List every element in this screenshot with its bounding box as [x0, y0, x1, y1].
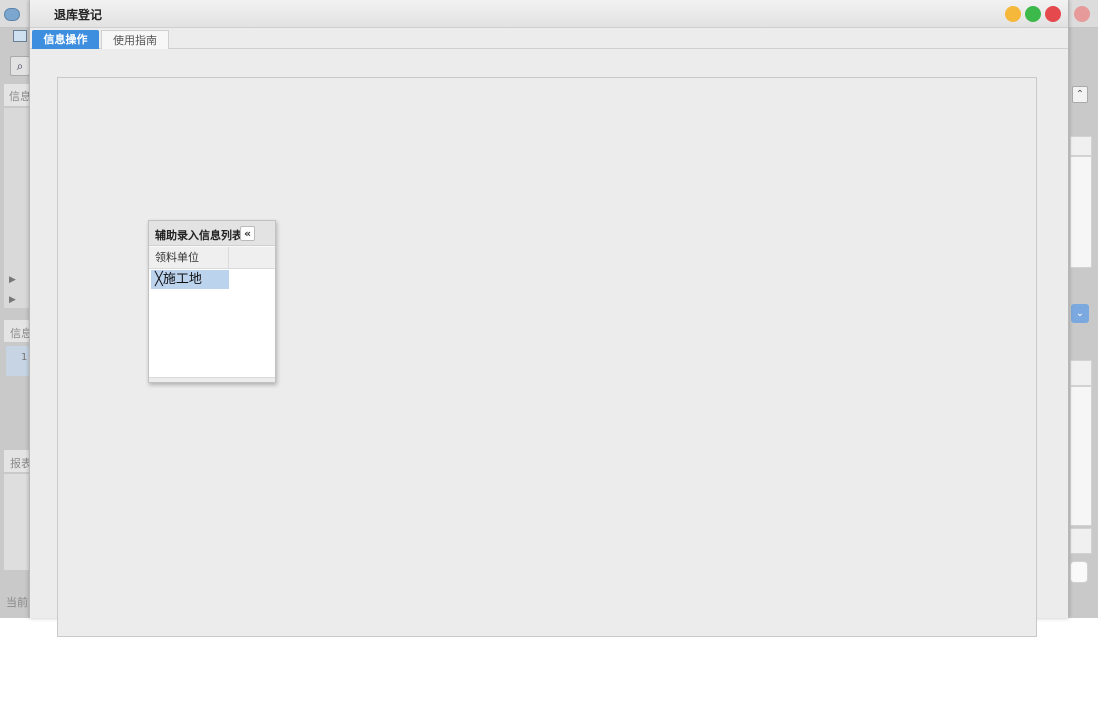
dialog-titlebar[interactable]: 退库登记 [30, 0, 1068, 28]
assist-panel-footer [149, 377, 275, 382]
tree-expand-icon[interactable]: ▶ [9, 275, 16, 285]
background-field [1070, 156, 1092, 268]
assist-panel-title: 辅助录入信息列表 [155, 229, 243, 242]
maximize-button[interactable] [1025, 6, 1041, 22]
chevron-down-icon[interactable]: ⌄ [1071, 304, 1089, 323]
assist-panel-header: 辅助录入信息列表 « [149, 221, 275, 246]
background-field [1070, 136, 1092, 156]
background-field [1070, 528, 1092, 554]
app-logo-icon [4, 8, 20, 21]
column-header-department[interactable]: 领料单位 [149, 247, 229, 269]
minimize-button[interactable] [1005, 6, 1021, 22]
background-field [1070, 386, 1092, 526]
close-button[interactable] [1045, 6, 1061, 22]
background-button[interactable] [1070, 561, 1088, 583]
background-report-panel [4, 474, 30, 570]
assist-list: ╳施工地 [149, 269, 275, 377]
background-panel-label: 信息 [9, 90, 31, 103]
tree-expand-icon[interactable]: ▶ [9, 295, 16, 305]
background-close-button[interactable] [1074, 6, 1090, 22]
background-status-text: 当前 [6, 596, 28, 609]
assist-column-header-row: 领料单位 [149, 247, 275, 269]
window-icon[interactable] [13, 30, 27, 42]
search-icon[interactable]: ⌕ [10, 56, 30, 76]
collapse-left-icon[interactable]: « [240, 226, 255, 241]
list-item[interactable]: ╳施工地 [151, 270, 229, 289]
chevron-up-icon[interactable]: ⌃ [1072, 86, 1088, 103]
background-row-number: 1 [21, 352, 28, 363]
background-field [1070, 360, 1092, 386]
tab-info-operation[interactable]: 信息操作 [32, 30, 99, 49]
assist-input-panel: 辅助录入信息列表 « 领料单位 ╳施工地 [148, 220, 276, 383]
background-tree-panel [4, 108, 30, 308]
dialog-title: 退库登记 [54, 8, 103, 22]
tab-user-guide[interactable]: 使用指南 [101, 30, 169, 49]
tab-bar: 信息操作 使用指南 [30, 28, 1068, 49]
